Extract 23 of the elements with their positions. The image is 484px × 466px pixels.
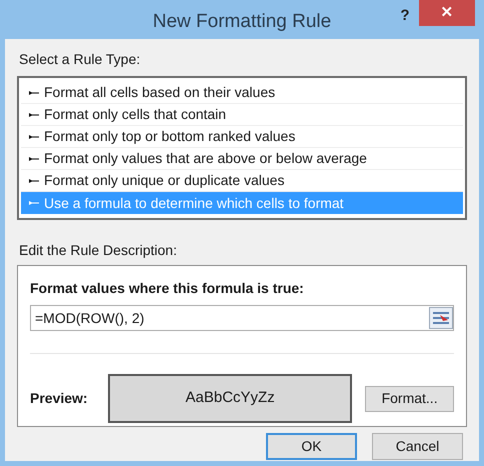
arrow-icon — [29, 200, 39, 206]
arrow-icon — [29, 178, 39, 184]
formula-label: Format values where this formula is true: — [30, 279, 305, 298]
window-title: New Formatting Rule — [152, 10, 332, 34]
rule-type-item[interactable]: Format all cells based on their values — [21, 82, 463, 104]
range-selector-icon[interactable] — [429, 307, 453, 329]
close-button[interactable]: ✕ — [419, 0, 475, 26]
format-button[interactable]: Format... — [365, 386, 454, 412]
arrow-icon — [29, 112, 39, 118]
rule-type-item[interactable]: Format only values that are above or below average — [21, 148, 463, 170]
arrow-icon — [29, 90, 39, 96]
arrow-icon — [29, 134, 39, 140]
dialog-button[interactable]: Cancel — [372, 433, 463, 460]
preview-label: Preview: — [30, 389, 89, 408]
arrow-icon — [29, 156, 39, 162]
rule-type-item[interactable]: Format only top or bottom ranked values — [21, 126, 463, 148]
formula-field[interactable]: =MOD(ROW(), 2) — [30, 305, 454, 331]
dialog-button[interactable]: OK — [266, 433, 357, 460]
section-label: Edit the Rule Description: — [19, 241, 178, 260]
rule-type-item[interactable]: Format only cells that contain — [21, 104, 463, 126]
preview-text: AaBbCcYyZz — [186, 388, 275, 408]
help-button[interactable]: ? — [393, 5, 417, 27]
section-label: Select a Rule Type: — [19, 50, 142, 69]
